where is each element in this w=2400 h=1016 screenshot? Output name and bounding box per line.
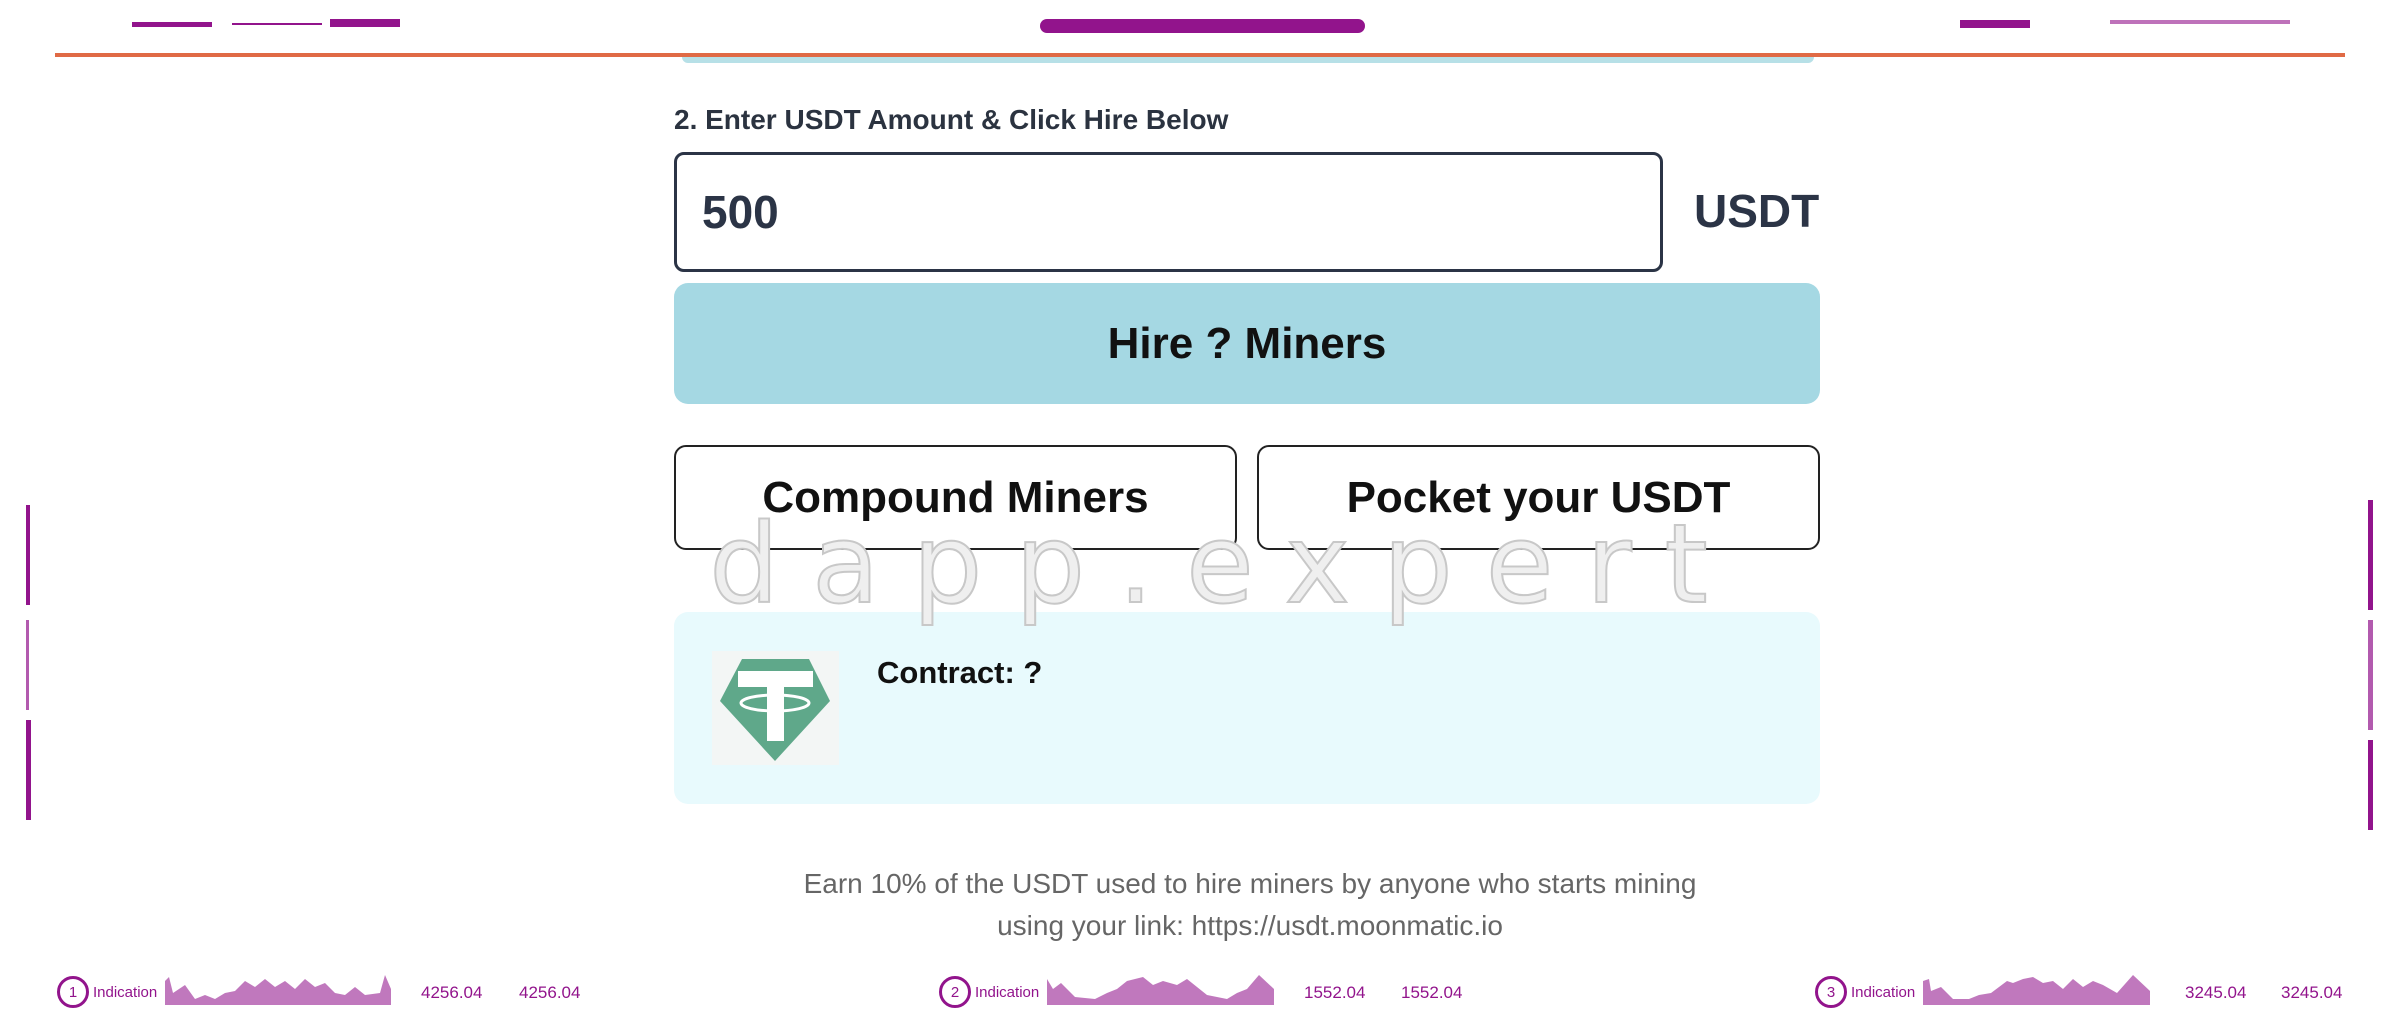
top-left-decor [132, 22, 212, 27]
indicator-3: 3 Indication [1815, 972, 1915, 1012]
hire-miners-button[interactable]: Hire ? Miners [674, 283, 1820, 404]
indicator-label: Indication [975, 983, 1040, 1001]
indicator-value: 4256.04 [421, 983, 483, 1002]
referral-link[interactable]: using your link: https://usdt.moonmatic.… [600, 910, 1900, 942]
indicator-value: 3245.04 [2185, 983, 2247, 1002]
indicator-value: 1552.04 [1304, 983, 1366, 1002]
left-side-decor [26, 505, 30, 605]
usdt-amount-input[interactable]: 500 [674, 152, 1663, 272]
sparkline-3 [1923, 975, 2150, 1005]
contract-address: Contract: ? [877, 655, 1043, 690]
indicator-number: 3 [1815, 976, 1847, 1008]
indicator-label: Indication [1851, 983, 1916, 1001]
left-side-decor [26, 620, 29, 710]
indicator-1: 1 Indication [57, 972, 157, 1012]
indicator-number: 2 [939, 976, 971, 1008]
sparkline-1 [165, 975, 391, 1005]
indicator-2: 2 Indication [939, 972, 1039, 1012]
right-side-decor [2368, 620, 2373, 730]
top-center-decor [1040, 19, 1365, 33]
referral-text: Earn 10% of the USDT used to hire miners… [803, 868, 1697, 899]
step-label: 2. Enter USDT Amount & Click Hire Below [674, 104, 1229, 135]
top-left-decor [330, 19, 400, 27]
pocket-usdt-button[interactable]: Pocket your USDT [1257, 445, 1820, 550]
top-right-decor [1960, 20, 2030, 28]
indicator-number: 1 [57, 976, 89, 1008]
indicator-value: 3245.04 [2281, 983, 2343, 1002]
sparkline-2 [1047, 975, 1274, 1005]
indicator-value: 4256.04 [519, 983, 581, 1002]
right-side-decor [2368, 740, 2373, 830]
compound-miners-button[interactable]: Compound Miners [674, 445, 1237, 550]
top-left-decor [232, 23, 322, 25]
indicator-label: Indication [93, 983, 158, 1001]
left-side-decor [26, 720, 31, 820]
right-side-decor [2368, 500, 2373, 610]
indicator-value: 1552.04 [1401, 983, 1463, 1002]
contract-card [674, 612, 1820, 804]
top-right-decor [2110, 20, 2290, 24]
tether-icon [712, 651, 839, 765]
previous-section-edge [682, 57, 1814, 63]
unit-label: USDT [1694, 185, 1820, 237]
